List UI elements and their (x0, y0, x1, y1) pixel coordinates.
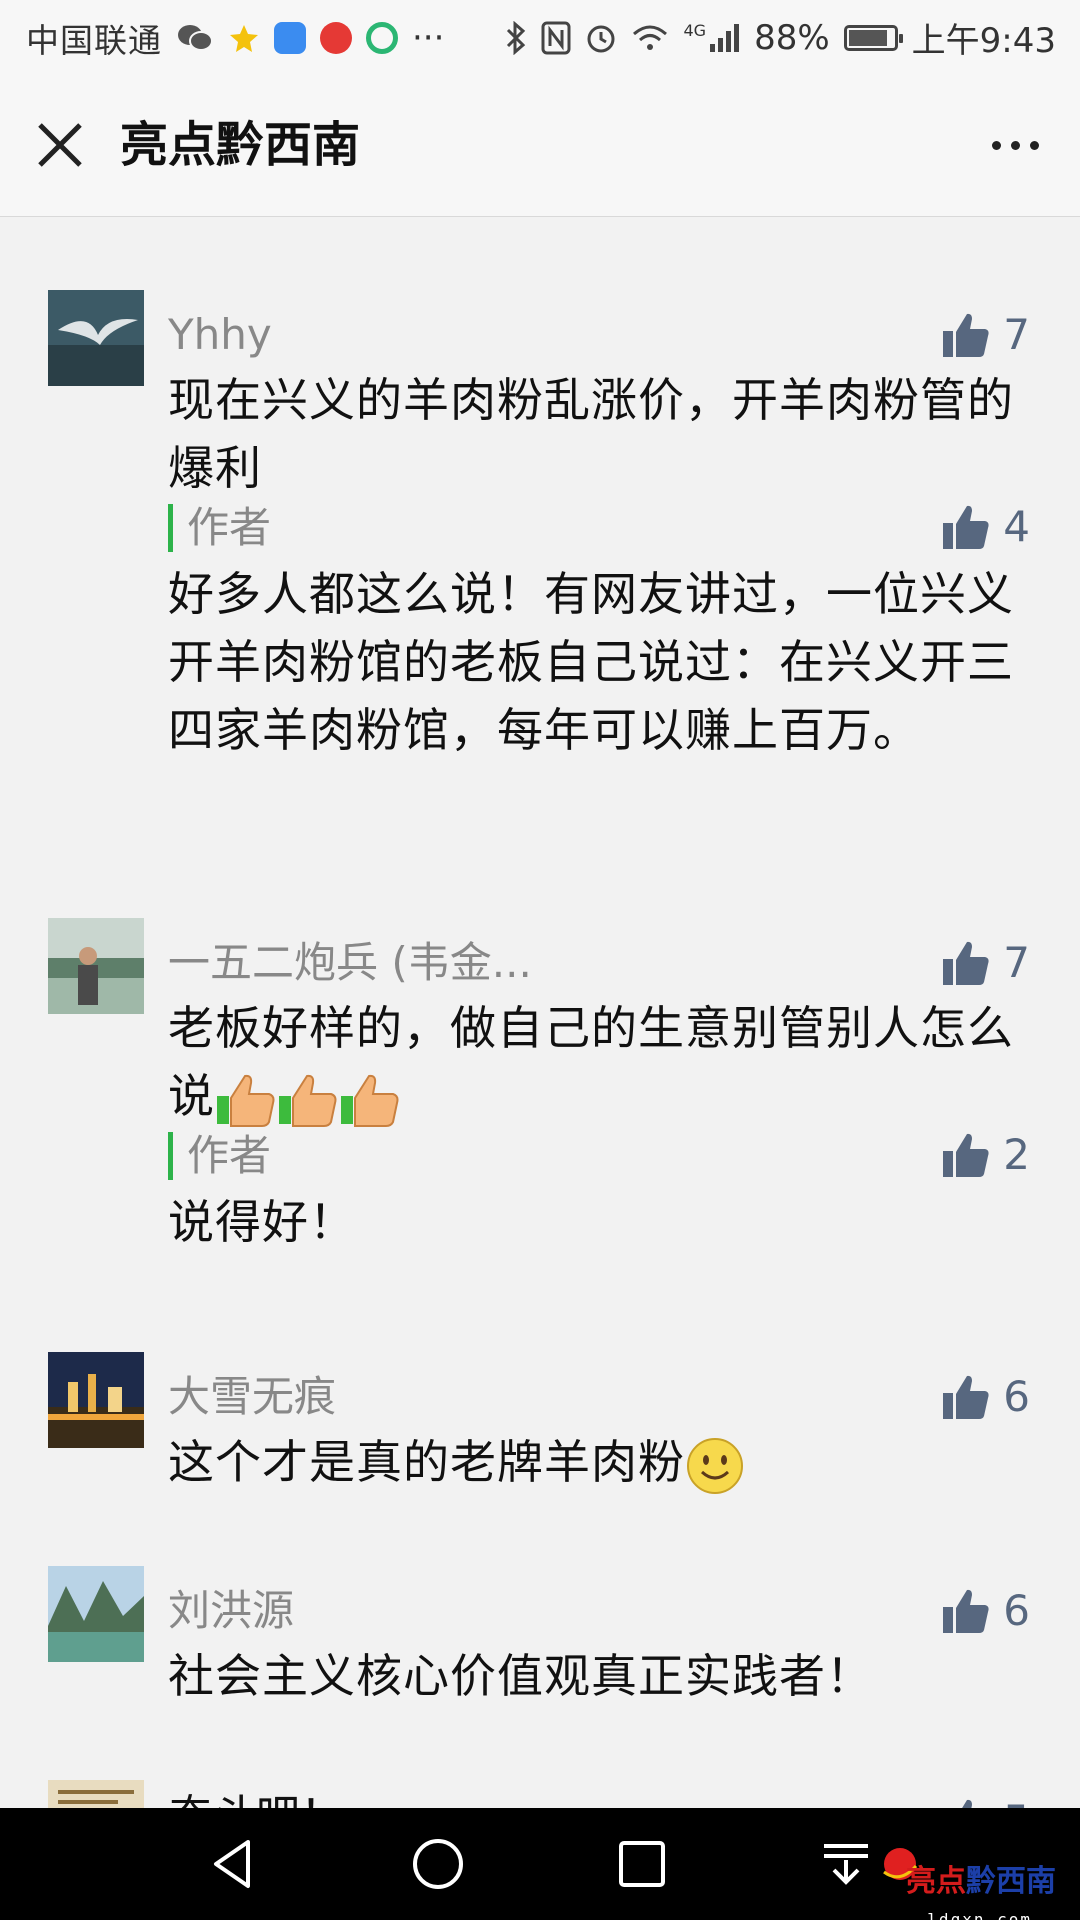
app-icon-blue (274, 21, 306, 54)
like-button[interactable]: 6 (941, 1584, 1030, 1638)
like-count: 7 (1003, 938, 1030, 987)
thumbs-up-icon (962, 1799, 973, 1808)
status-bar: 中国联通 ··· 4G 88% 上午9:43 (0, 0, 1080, 75)
more-notifications-label: ··· (412, 17, 445, 58)
like-button[interactable]: 5 (941, 1794, 1030, 1808)
thumbs-up-icon (943, 1375, 989, 1419)
comment-text-body: 这个才是真的老牌羊肉粉 (168, 1435, 685, 1489)
watermark-blue-text: 黔西南 (966, 1864, 1056, 1899)
comment-text: 老板好样的，做自己的生意别管别人怎么说 (168, 994, 1018, 1130)
title-bar: 亮点黔西南 (0, 75, 1080, 217)
more-dot-icon (1010, 140, 1020, 150)
like-button[interactable]: 7 (941, 936, 1030, 990)
bluetooth-icon (507, 20, 526, 55)
reply-like-button[interactable]: 4 (941, 500, 1030, 554)
calligraphy-photo (48, 1780, 144, 1808)
thumbs-up-icon (943, 313, 989, 357)
battery-percent: 88% (754, 17, 830, 58)
author-reply-label: 作者 (168, 504, 271, 552)
avatar[interactable] (48, 1352, 144, 1448)
page-title: 亮点黔西南 (120, 117, 361, 173)
commenter-name[interactable]: 奋斗吧！ (168, 1790, 344, 1808)
alarm-icon (587, 25, 615, 52)
wifi-icon (633, 25, 668, 50)
like-count: 7 (1003, 310, 1030, 359)
navigation-bar: 亮点黔西南 ldqxn.com (0, 1808, 1080, 1920)
avatar[interactable] (48, 1780, 144, 1808)
site-watermark: 亮点黔西南 ldqxn.com (860, 1830, 1070, 1920)
like-count: 5 (1003, 1794, 1030, 1808)
baidu-icon (320, 21, 352, 54)
signal-icon (710, 23, 740, 52)
commenter-name[interactable]: Yhhy (168, 308, 272, 362)
watermark-red-text: 亮点 (906, 1864, 966, 1899)
like-count: 4 (1003, 502, 1030, 551)
home-circle-icon[interactable] (410, 1836, 466, 1892)
reply-text: 说得好！ (168, 1195, 356, 1249)
wechat-icon (178, 24, 213, 51)
more-dot-icon (1029, 140, 1039, 150)
carrier-label: 中国联通 (26, 20, 162, 60)
watermark-text: 亮点黔西南 (906, 1856, 1056, 1900)
comment-list[interactable]: Yhhy 7 现在兴义的羊肉粉乱涨价，开羊肉粉管的爆利 作者 4 好多人都这么说… (0, 218, 1080, 1808)
thumbs-up-emoji (217, 1074, 275, 1127)
commenter-name[interactable]: 大雪无痕 (168, 1370, 336, 1424)
watermark-url: ldqxn.com (927, 1910, 1032, 1920)
reply-text: 好多人都这么说！有网友讲过，一位兴义开羊肉粉馆的老板自己说过：在兴义开三四家羊肉… (168, 567, 1014, 757)
like-button[interactable]: 6 (941, 1370, 1030, 1424)
network-type-label: 4G (683, 21, 707, 40)
seagull-photo (48, 290, 144, 386)
battery-icon (843, 24, 903, 51)
back-triangle-icon[interactable] (206, 1836, 262, 1892)
app-icon-circle (366, 21, 398, 54)
thumbs-up-emoji (341, 1074, 399, 1127)
thumbs-up-icon (943, 505, 989, 549)
reply-like-button[interactable]: 2 (941, 1128, 1030, 1182)
comment-text: 现在兴义的羊肉粉乱涨价，开羊肉粉管的爆利 (168, 373, 1014, 495)
like-count: 2 (1003, 1130, 1030, 1179)
thumbs-up-icon (943, 1589, 989, 1633)
author-reply-label: 作者 (168, 1132, 271, 1180)
nfc-icon (541, 21, 571, 54)
like-count: 6 (1003, 1372, 1030, 1421)
avatar[interactable] (48, 1566, 144, 1662)
landscape-photo (48, 1566, 144, 1662)
commenter-name[interactable]: 刘洪源 (168, 1584, 294, 1638)
smile-emoji (687, 1437, 743, 1494)
clock: 上午9:43 (911, 21, 1056, 61)
thumbs-up-icon (943, 1133, 989, 1177)
comment-text: 社会主义核心价值观真正实践者！ (168, 1649, 873, 1703)
avatar[interactable] (48, 918, 144, 1014)
like-button[interactable]: 7 (941, 308, 1030, 362)
thumbs-up-emoji (279, 1074, 337, 1127)
commenter-name[interactable]: 一五二炮兵 (韦金... (168, 936, 532, 990)
city-night-photo (48, 1352, 144, 1448)
more-dot-icon (991, 140, 1001, 150)
recents-square-icon[interactable] (614, 1836, 670, 1892)
avatar[interactable] (48, 290, 144, 386)
more-menu-button[interactable] (980, 125, 1050, 165)
person-photo (48, 918, 144, 1014)
close-icon[interactable] (30, 115, 90, 175)
like-count: 6 (1003, 1586, 1030, 1635)
star-app-icon (230, 24, 258, 52)
thumbs-up-icon (943, 941, 989, 985)
comment-text: 这个才是真的老牌羊肉粉 (168, 1428, 1018, 1496)
